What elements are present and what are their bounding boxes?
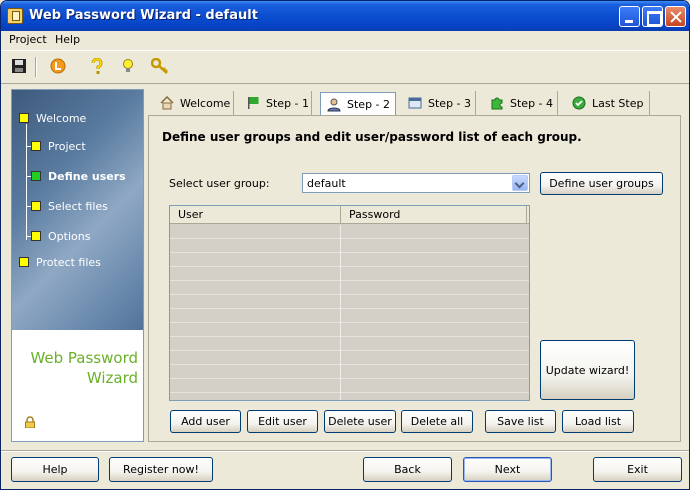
- tab-label: Step - 4: [510, 96, 554, 110]
- bullet-icon: [19, 113, 29, 123]
- help-button[interactable]: Help: [11, 457, 99, 482]
- sidebar-item-select-files[interactable]: Select files: [48, 200, 108, 213]
- tab-step-4[interactable]: Step - 4: [484, 91, 558, 115]
- load-list-button[interactable]: Load list: [562, 410, 634, 433]
- tab-label: Step - 1: [266, 96, 310, 110]
- edit-user-button[interactable]: Edit user: [247, 410, 318, 433]
- user-password-table[interactable]: User Password: [169, 205, 530, 401]
- toolbar: [1, 50, 689, 84]
- define-user-groups-button[interactable]: Define user groups: [540, 172, 663, 195]
- sidebar-item-protect-files[interactable]: Protect files: [36, 256, 101, 269]
- bullet-icon: [19, 257, 29, 267]
- bullet-icon: [31, 141, 41, 151]
- footer-divider: [1, 450, 689, 452]
- bullet-icon: [31, 231, 41, 241]
- column-divider: [340, 225, 341, 400]
- user-group-value: default: [307, 177, 346, 190]
- l-circle-icon[interactable]: [50, 58, 68, 76]
- bullet-active-icon: [31, 171, 41, 181]
- key-icon[interactable]: [150, 57, 169, 76]
- brand-logo: Web Password Wizard: [12, 348, 138, 388]
- tab-step-3[interactable]: Step - 3: [402, 91, 476, 115]
- tab-welcome[interactable]: Welcome: [154, 91, 234, 115]
- step-panel: Define user groups and edit user/passwor…: [148, 115, 681, 442]
- sidebar: Welcome Project Define users Select file…: [11, 89, 144, 442]
- save-icon[interactable]: [11, 58, 29, 76]
- register-button[interactable]: Register now!: [109, 457, 213, 482]
- lock-icon: [24, 416, 36, 429]
- sidebar-item-project[interactable]: Project: [48, 140, 86, 153]
- tab-label: Last Step: [592, 96, 644, 110]
- tab-label: Welcome: [180, 96, 231, 110]
- tab-strip: Welcome Step - 1 Step - 2 Step - 3 Step …: [148, 89, 681, 116]
- tab-label: Step - 2: [347, 98, 391, 111]
- menu-project[interactable]: Project: [9, 33, 47, 46]
- sidebar-nav: Welcome Project Define users Select file…: [12, 90, 143, 330]
- brand-line1: Web Password: [30, 349, 138, 367]
- column-header-password[interactable]: Password: [341, 206, 527, 224]
- column-header-user[interactable]: User: [170, 206, 341, 224]
- table-body[interactable]: [170, 225, 529, 400]
- flag-icon: [246, 96, 260, 110]
- next-button[interactable]: Next: [463, 457, 552, 482]
- brand-line2: Wizard: [86, 369, 138, 387]
- step-heading: Define user groups and edit user/passwor…: [162, 130, 582, 144]
- question-icon[interactable]: [89, 57, 107, 76]
- sidebar-item-welcome[interactable]: Welcome: [36, 112, 86, 125]
- tab-label: Step - 3: [428, 96, 472, 110]
- bullet-icon: [31, 201, 41, 211]
- delete-user-button[interactable]: Delete user: [324, 410, 396, 433]
- user-group-label: Select user group:: [169, 177, 270, 190]
- sidebar-item-options[interactable]: Options: [48, 230, 90, 243]
- exit-button[interactable]: Exit: [593, 457, 682, 482]
- close-button[interactable]: [665, 6, 686, 27]
- minimize-button[interactable]: [619, 6, 640, 27]
- sidebar-item-define-users[interactable]: Define users: [48, 170, 126, 183]
- menu-bar: Project Help: [1, 31, 689, 49]
- puzzle-icon: [490, 96, 504, 110]
- toolbar-separator: [35, 57, 37, 77]
- title-bar[interactable]: Web Password Wizard - default: [1, 1, 689, 31]
- check-icon: [572, 96, 586, 110]
- menu-help[interactable]: Help: [55, 33, 80, 46]
- tip-bulb-icon[interactable]: [120, 58, 138, 76]
- delete-all-button[interactable]: Delete all: [401, 410, 473, 433]
- tab-step-2[interactable]: Step - 2: [320, 92, 396, 116]
- add-user-button[interactable]: Add user: [170, 410, 241, 433]
- update-wizard-button[interactable]: Update wizard!: [540, 340, 635, 400]
- table-header: User Password: [170, 206, 529, 224]
- window-icon: [408, 96, 422, 110]
- window-title: Web Password Wizard - default: [29, 8, 258, 23]
- chevron-down-icon[interactable]: [512, 175, 528, 191]
- home-icon: [160, 95, 174, 110]
- maximize-button[interactable]: [642, 6, 663, 27]
- app-icon: [7, 8, 23, 24]
- tab-last-step[interactable]: Last Step: [566, 91, 650, 115]
- back-button[interactable]: Back: [363, 457, 452, 482]
- tab-step-1[interactable]: Step - 1: [240, 91, 312, 115]
- user-icon: [327, 98, 341, 112]
- app-window: Web Password Wizard - default Project He…: [0, 0, 690, 490]
- tree-line: [26, 124, 27, 240]
- user-group-select[interactable]: default: [302, 173, 530, 193]
- save-list-button[interactable]: Save list: [485, 410, 556, 433]
